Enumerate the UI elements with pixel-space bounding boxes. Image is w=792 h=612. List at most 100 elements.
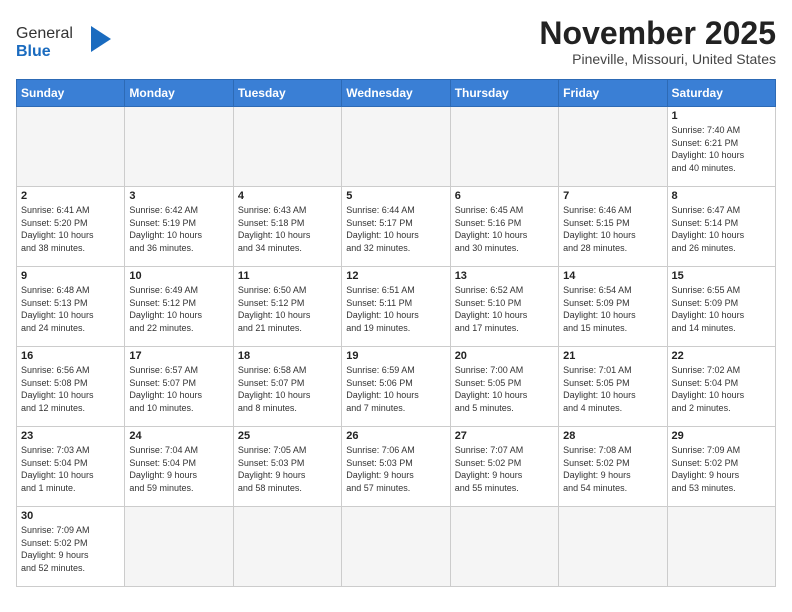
- day-number: 18: [238, 350, 337, 362]
- calendar-cell: 23Sunrise: 7:03 AM Sunset: 5:04 PM Dayli…: [17, 427, 125, 507]
- day-number: 29: [672, 430, 771, 442]
- calendar-cell: 7Sunrise: 6:46 AM Sunset: 5:15 PM Daylig…: [559, 187, 667, 267]
- calendar-cell: 16Sunrise: 6:56 AM Sunset: 5:08 PM Dayli…: [17, 347, 125, 427]
- day-info: Sunrise: 7:09 AM Sunset: 5:02 PM Dayligh…: [21, 524, 120, 574]
- calendar-cell: 25Sunrise: 7:05 AM Sunset: 5:03 PM Dayli…: [233, 427, 341, 507]
- calendar-week-row: 30 Sunrise: 7:09 AM Sunset: 5:02 PM Dayli…: [17, 507, 776, 587]
- day-number: 17: [129, 350, 228, 362]
- day-number: 28: [563, 430, 662, 442]
- calendar-cell: [342, 507, 450, 587]
- calendar-cell: [667, 507, 775, 587]
- day-info: Sunrise: 7:06 AM Sunset: 5:03 PM Dayligh…: [346, 444, 445, 494]
- day-number: 14: [563, 270, 662, 282]
- location-title: Pineville, Missouri, United States: [539, 51, 776, 67]
- day-info: Sunrise: 7:08 AM Sunset: 5:02 PM Dayligh…: [563, 444, 662, 494]
- day-number: 16: [21, 350, 120, 362]
- svg-text:Blue: Blue: [16, 43, 51, 60]
- calendar-cell: [125, 507, 233, 587]
- day-number: 11: [238, 270, 337, 282]
- calendar-cell: 2 Sunrise: 6:41 AM Sunset: 5:20 PM Daylig…: [17, 187, 125, 267]
- calendar-cell: 21Sunrise: 7:01 AM Sunset: 5:05 PM Dayli…: [559, 347, 667, 427]
- calendar-cell: 6Sunrise: 6:45 AM Sunset: 5:16 PM Daylig…: [450, 187, 558, 267]
- day-number: 15: [672, 270, 771, 282]
- calendar-cell: 27Sunrise: 7:07 AM Sunset: 5:02 PM Dayli…: [450, 427, 558, 507]
- day-number: 26: [346, 430, 445, 442]
- calendar-cell: 3 Sunrise: 6:42 AM Sunset: 5:19 PM Daylig…: [125, 187, 233, 267]
- day-number: 9: [21, 270, 120, 282]
- calendar-cell: 28 Sunrise: 7:08 AM Sunset: 5:02 PM Dayli…: [559, 427, 667, 507]
- calendar-cell: [125, 107, 233, 187]
- day-info: Sunrise: 6:47 AM Sunset: 5:14 PM Dayligh…: [672, 204, 771, 254]
- calendar-week-row: 23Sunrise: 7:03 AM Sunset: 5:04 PM Dayli…: [17, 427, 776, 507]
- calendar-cell: 24 Sunrise: 7:04 AM Sunset: 5:04 PM Dayli…: [125, 427, 233, 507]
- calendar-cell: 10 Sunrise: 6:49 AM Sunset: 5:12 PM Dayli…: [125, 267, 233, 347]
- calendar-cell: 30 Sunrise: 7:09 AM Sunset: 5:02 PM Dayli…: [17, 507, 125, 587]
- weekday-header-saturday: Saturday: [667, 80, 775, 107]
- calendar-cell: 17 Sunrise: 6:57 AM Sunset: 5:07 PM Dayli…: [125, 347, 233, 427]
- calendar-table: SundayMondayTuesdayWednesdayThursdayFrid…: [16, 79, 776, 587]
- calendar-cell: 5 Sunrise: 6:44 AM Sunset: 5:17 PM Daylig…: [342, 187, 450, 267]
- day-info: Sunrise: 7:02 AM Sunset: 5:04 PM Dayligh…: [672, 364, 771, 414]
- day-info: Sunrise: 6:54 AM Sunset: 5:09 PM Dayligh…: [563, 284, 662, 334]
- day-info: Sunrise: 6:41 AM Sunset: 5:20 PM Dayligh…: [21, 204, 120, 254]
- day-info: Sunrise: 6:42 AM Sunset: 5:19 PM Dayligh…: [129, 204, 228, 254]
- day-info: Sunrise: 6:57 AM Sunset: 5:07 PM Dayligh…: [129, 364, 228, 414]
- day-number: 8: [672, 190, 771, 202]
- day-info: Sunrise: 7:05 AM Sunset: 5:03 PM Dayligh…: [238, 444, 337, 494]
- day-info: Sunrise: 6:48 AM Sunset: 5:13 PM Dayligh…: [21, 284, 120, 334]
- day-number: 13: [455, 270, 554, 282]
- day-info: Sunrise: 6:43 AM Sunset: 5:18 PM Dayligh…: [238, 204, 337, 254]
- calendar-cell: [342, 107, 450, 187]
- calendar-cell: 15 Sunrise: 6:55 AM Sunset: 5:09 PM Dayli…: [667, 267, 775, 347]
- day-info: Sunrise: 7:01 AM Sunset: 5:05 PM Dayligh…: [563, 364, 662, 414]
- page-header: General Blue November 2025 Pineville, Mi…: [16, 16, 776, 67]
- calendar-cell: 19Sunrise: 6:59 AM Sunset: 5:06 PM Dayli…: [342, 347, 450, 427]
- day-info: Sunrise: 6:44 AM Sunset: 5:17 PM Dayligh…: [346, 204, 445, 254]
- svg-text:General: General: [16, 25, 73, 42]
- calendar-cell: [233, 107, 341, 187]
- calendar-cell: [559, 107, 667, 187]
- calendar-week-row: 16Sunrise: 6:56 AM Sunset: 5:08 PM Dayli…: [17, 347, 776, 427]
- day-number: 10: [129, 270, 228, 282]
- calendar-cell: 14 Sunrise: 6:54 AM Sunset: 5:09 PM Dayli…: [559, 267, 667, 347]
- weekday-header-monday: Monday: [125, 80, 233, 107]
- day-info: Sunrise: 7:04 AM Sunset: 5:04 PM Dayligh…: [129, 444, 228, 494]
- day-number: 19: [346, 350, 445, 362]
- calendar-cell: 1 Sunrise: 7:40 AM Sunset: 6:21 PM Daylig…: [667, 107, 775, 187]
- day-number: 4: [238, 190, 337, 202]
- calendar-week-row: 1 Sunrise: 7:40 AM Sunset: 6:21 PM Daylig…: [17, 107, 776, 187]
- calendar-week-row: 9 Sunrise: 6:48 AM Sunset: 5:13 PM Daylig…: [17, 267, 776, 347]
- day-info: Sunrise: 6:55 AM Sunset: 5:09 PM Dayligh…: [672, 284, 771, 334]
- day-number: 20: [455, 350, 554, 362]
- day-info: Sunrise: 7:40 AM Sunset: 6:21 PM Dayligh…: [672, 124, 771, 174]
- logo-svg: General Blue: [16, 16, 136, 66]
- day-info: Sunrise: 6:51 AM Sunset: 5:11 PM Dayligh…: [346, 284, 445, 334]
- weekday-header-thursday: Thursday: [450, 80, 558, 107]
- calendar-cell: 11 Sunrise: 6:50 AM Sunset: 5:12 PM Dayli…: [233, 267, 341, 347]
- day-info: Sunrise: 6:50 AM Sunset: 5:12 PM Dayligh…: [238, 284, 337, 334]
- calendar-cell: 18Sunrise: 6:58 AM Sunset: 5:07 PM Dayli…: [233, 347, 341, 427]
- calendar-cell: [559, 507, 667, 587]
- day-number: 1: [672, 110, 771, 122]
- day-number: 5: [346, 190, 445, 202]
- day-info: Sunrise: 6:49 AM Sunset: 5:12 PM Dayligh…: [129, 284, 228, 334]
- month-title: November 2025: [539, 16, 776, 51]
- calendar-cell: 22Sunrise: 7:02 AM Sunset: 5:04 PM Dayli…: [667, 347, 775, 427]
- day-number: 2: [21, 190, 120, 202]
- calendar-cell: 26 Sunrise: 7:06 AM Sunset: 5:03 PM Dayli…: [342, 427, 450, 507]
- calendar-cell: [450, 107, 558, 187]
- calendar-cell: 9 Sunrise: 6:48 AM Sunset: 5:13 PM Daylig…: [17, 267, 125, 347]
- day-info: Sunrise: 6:45 AM Sunset: 5:16 PM Dayligh…: [455, 204, 554, 254]
- day-number: 30: [21, 510, 120, 522]
- calendar-cell: [17, 107, 125, 187]
- calendar-cell: [450, 507, 558, 587]
- day-info: Sunrise: 7:09 AM Sunset: 5:02 PM Dayligh…: [672, 444, 771, 494]
- day-number: 23: [21, 430, 120, 442]
- day-number: 7: [563, 190, 662, 202]
- title-section: November 2025 Pineville, Missouri, Unite…: [539, 16, 776, 67]
- day-number: 24: [129, 430, 228, 442]
- calendar-week-row: 2 Sunrise: 6:41 AM Sunset: 5:20 PM Daylig…: [17, 187, 776, 267]
- weekday-header-tuesday: Tuesday: [233, 80, 341, 107]
- weekday-header-wednesday: Wednesday: [342, 80, 450, 107]
- day-number: 3: [129, 190, 228, 202]
